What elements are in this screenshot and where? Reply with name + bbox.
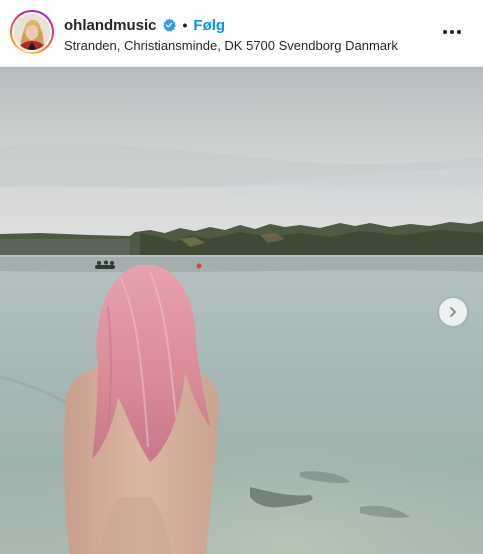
post-photo[interactable] [0, 67, 483, 554]
username-link[interactable]: ohlandmusic [64, 17, 157, 34]
follow-button[interactable]: Følg [193, 17, 225, 34]
avatar-photo [14, 14, 50, 50]
carousel-next-button[interactable] [439, 298, 467, 326]
header-separator: • [182, 17, 188, 33]
more-options-icon[interactable] [441, 22, 463, 42]
post-header: ohlandmusic • Følg Stranden, Christiansm… [0, 0, 483, 67]
verified-badge-icon [162, 18, 176, 32]
header-title-row: ohlandmusic • Følg [64, 15, 225, 35]
instagram-post: ohlandmusic • Følg Stranden, Christiansm… [0, 0, 483, 554]
avatar-ring [12, 12, 52, 52]
location-link[interactable]: Stranden, Christiansminde, DK 5700 Svend… [64, 38, 398, 53]
chevron-right-icon [450, 307, 456, 317]
profile-avatar[interactable] [10, 10, 54, 54]
